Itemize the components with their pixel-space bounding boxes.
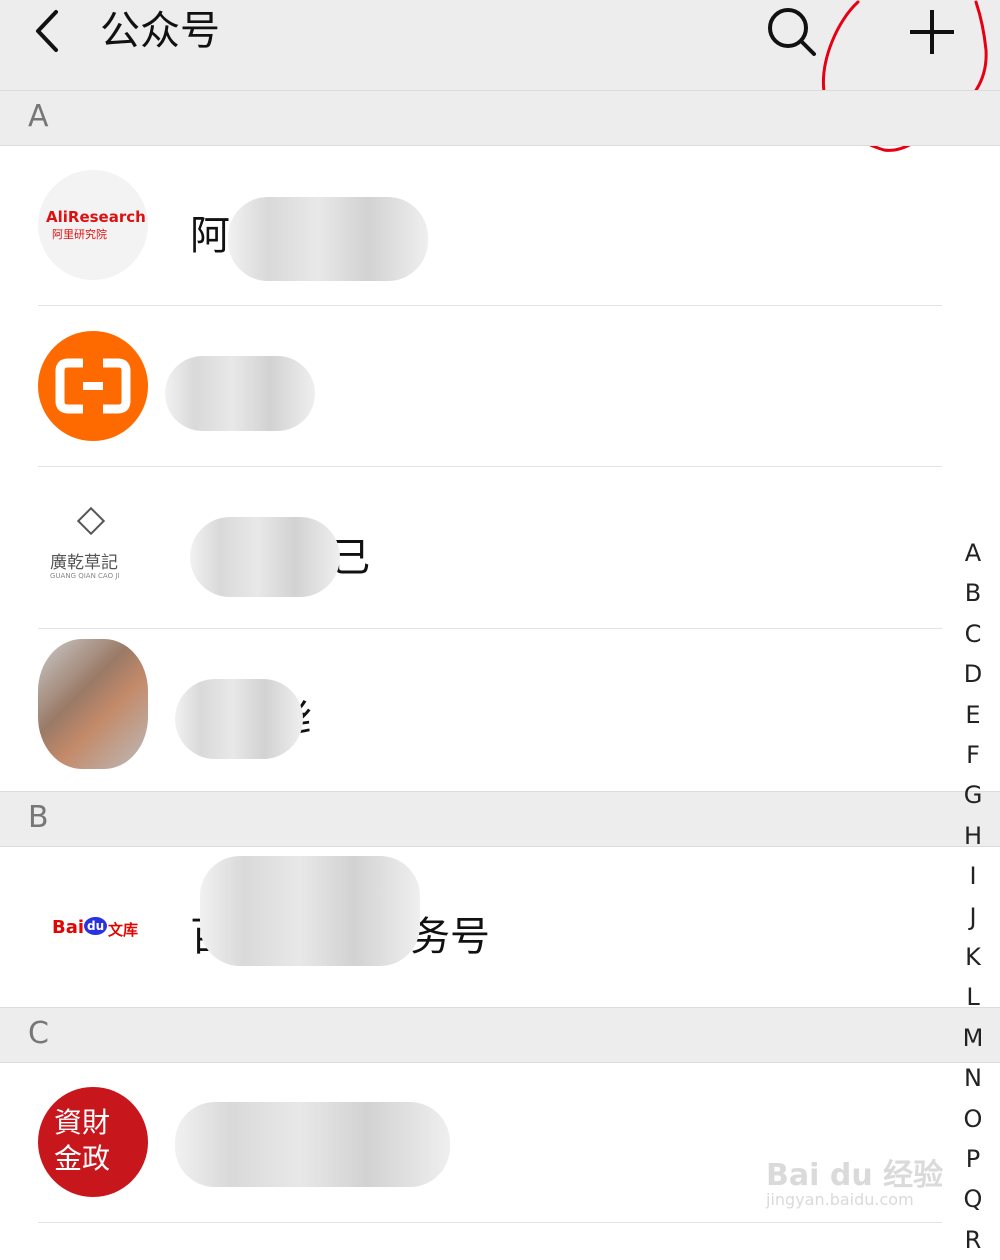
search-icon[interactable] xyxy=(764,4,818,58)
index-letter-h[interactable]: H xyxy=(958,816,988,856)
watermark: Bai du 经验 jingyan.baidu.com xyxy=(766,1150,943,1209)
index-letter-i[interactable]: I xyxy=(958,856,988,896)
page-title: 公众号 xyxy=(100,8,220,54)
index-letter-l[interactable]: L xyxy=(958,977,988,1017)
index-letter-c[interactable]: C xyxy=(958,614,988,654)
logo-text: 資財 金政 xyxy=(54,1106,111,1175)
logo-text: 廣乾草記 xyxy=(50,553,118,573)
list-item[interactable]: 纟 xyxy=(0,629,1000,790)
index-letter-e[interactable]: E xyxy=(958,695,988,735)
mosaic-blur xyxy=(190,517,340,597)
bracket-logo-icon xyxy=(55,358,131,414)
index-letter-j[interactable]: J xyxy=(958,897,988,937)
logo-subtext: 阿里研究院 xyxy=(52,228,107,241)
avatar: 廣乾草記 GUANG QIAN CAO JI xyxy=(38,492,148,602)
avatar: AliResearch 阿里研究院 xyxy=(38,170,148,280)
section-letter: B xyxy=(28,800,49,835)
section-header-c: C xyxy=(0,1007,1000,1063)
logo-text: Bai xyxy=(52,917,85,938)
index-letter-n[interactable]: N xyxy=(958,1058,988,1098)
logo-subtext: 文库 xyxy=(108,921,139,939)
index-letter-r[interactable]: R xyxy=(958,1220,988,1260)
divider xyxy=(38,1222,942,1223)
logo-subtext: GUANG QIAN CAO JI xyxy=(50,572,120,580)
index-letter-p[interactable]: P xyxy=(958,1139,988,1179)
section-letter: A xyxy=(28,99,49,134)
section-header-a: A xyxy=(0,90,1000,146)
index-letter-k[interactable]: K xyxy=(958,937,988,977)
avatar xyxy=(38,639,148,769)
mosaic-blur xyxy=(165,356,315,431)
index-letter-q[interactable]: Q xyxy=(958,1179,988,1219)
list-item[interactable]: Bai du 文库 百 务号 xyxy=(0,846,1000,1007)
logo-paw: du xyxy=(84,917,108,935)
back-icon[interactable] xyxy=(28,8,68,54)
mosaic-blur xyxy=(175,679,303,759)
mosaic-blur xyxy=(175,1102,450,1187)
add-icon[interactable] xyxy=(904,4,960,60)
mosaic-blur xyxy=(228,197,428,281)
section-header-b: B xyxy=(0,791,1000,847)
index-letter-d[interactable]: D xyxy=(958,654,988,694)
list-item[interactable]: 廣乾草記 GUANG QIAN CAO JI 己 xyxy=(0,467,1000,628)
index-letter-g[interactable]: G xyxy=(958,775,988,815)
top-bar: 公众号 xyxy=(0,0,1000,90)
index-letter-a[interactable]: A xyxy=(958,533,988,573)
account-name-visible-right: 务号 xyxy=(410,914,490,960)
index-letter-m[interactable]: M xyxy=(958,1018,988,1058)
list-item[interactable] xyxy=(0,306,1000,467)
account-name-visible: 阿 xyxy=(190,213,230,259)
list-item[interactable]: AliResearch 阿里研究院 阿 xyxy=(0,145,1000,306)
diamond-logo-icon xyxy=(76,506,106,536)
mosaic-blur xyxy=(200,856,420,966)
logo-text: AliResearch xyxy=(46,208,146,226)
section-letter: C xyxy=(28,1016,49,1051)
avatar: 資財 金政 xyxy=(38,1087,148,1197)
avatar: Bai du 文库 xyxy=(38,871,148,981)
watermark-main: Bai du 经验 xyxy=(766,1158,944,1193)
index-letter-f[interactable]: F xyxy=(958,735,988,775)
index-letter-o[interactable]: O xyxy=(958,1099,988,1139)
avatar xyxy=(38,331,148,441)
index-letter-b[interactable]: B xyxy=(958,573,988,613)
